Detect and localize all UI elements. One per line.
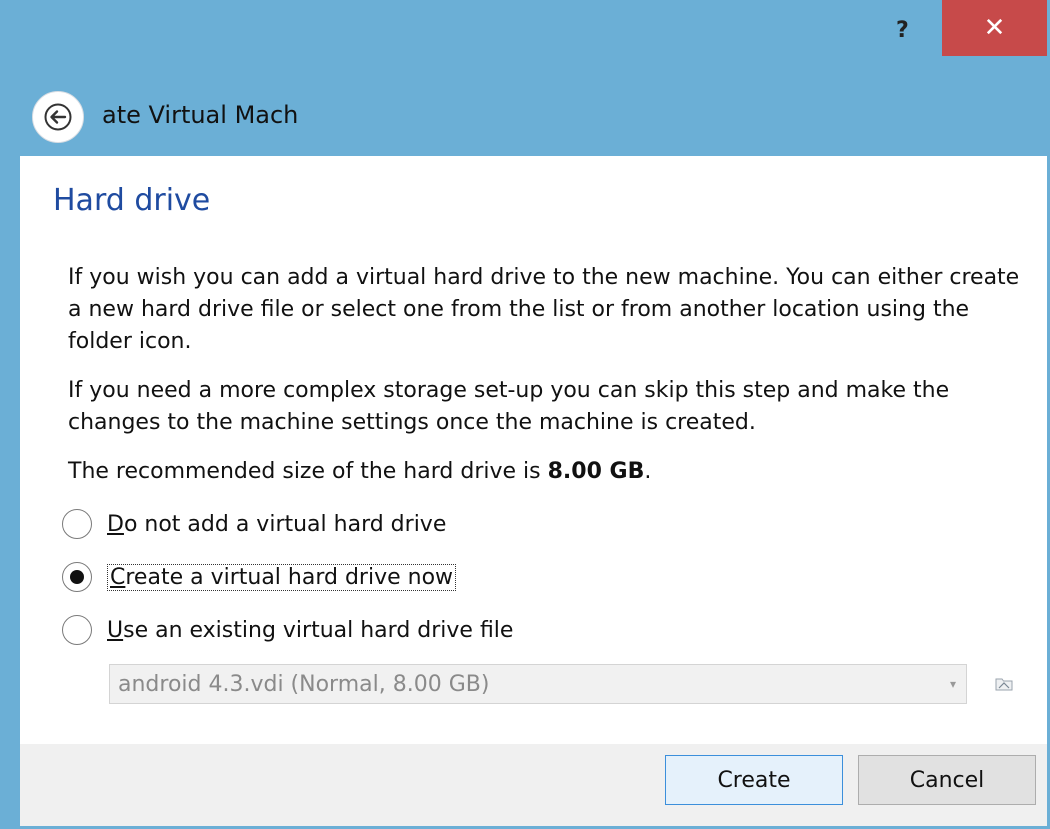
cancel-button[interactable]: Cancel bbox=[858, 755, 1036, 805]
existing-file-select[interactable]: android 4.3.vdi (Normal, 8.00 GB) ▾ bbox=[109, 664, 967, 704]
close-icon: ✕ bbox=[983, 13, 1006, 43]
dialog-window: ? ✕ ate Virtual Mach Hard drive If you w… bbox=[0, 0, 1050, 829]
storage-paragraph: If you need a more complex storage set-u… bbox=[68, 378, 950, 435]
window-title: ate Virtual Mach bbox=[102, 101, 299, 129]
radio-button[interactable] bbox=[62, 562, 92, 592]
create-button[interactable]: Create bbox=[665, 755, 843, 805]
recommended-size-value: 8.00 GB bbox=[547, 459, 645, 484]
radio-button[interactable] bbox=[62, 615, 92, 645]
dropdown-arrow-icon: ▾ bbox=[949, 677, 956, 691]
recommended-size-text: The recommended size of the hard drive i… bbox=[68, 456, 1028, 488]
wizard-header: ate Virtual Mach bbox=[0, 80, 1050, 156]
radio-label: Use an existing virtual hard drive file bbox=[107, 617, 514, 643]
radio-no-hard-drive[interactable]: Do not add a virtual hard drive bbox=[62, 509, 446, 539]
recommended-prefix: The recommended size of the hard drive i… bbox=[68, 459, 548, 484]
back-button[interactable] bbox=[32, 91, 84, 143]
intro-paragraph: If you wish you can add a virtual hard d… bbox=[68, 265, 1020, 354]
radio-button[interactable] bbox=[62, 509, 92, 539]
radio-selected-dot bbox=[70, 570, 84, 584]
page-heading: Hard drive bbox=[53, 183, 211, 218]
recommended-suffix: . bbox=[644, 459, 652, 484]
existing-file-value: android 4.3.vdi (Normal, 8.00 GB) bbox=[118, 671, 490, 697]
button-bar: Create Cancel bbox=[20, 744, 1047, 826]
radio-label: Do not add a virtual hard drive bbox=[107, 511, 447, 537]
radio-existing-hard-drive[interactable]: Use an existing virtual hard drive file bbox=[62, 615, 513, 645]
back-arrow-icon bbox=[44, 103, 72, 131]
wizard-page: Hard drive If you wish you can add a vir… bbox=[20, 156, 1047, 744]
folder-icon[interactable] bbox=[995, 676, 1013, 692]
close-button[interactable]: ✕ bbox=[942, 0, 1047, 56]
radio-label: Create a virtual hard drive now bbox=[107, 563, 457, 591]
radio-create-hard-drive[interactable]: Create a virtual hard drive now bbox=[62, 562, 457, 592]
help-button[interactable]: ? bbox=[896, 18, 909, 43]
